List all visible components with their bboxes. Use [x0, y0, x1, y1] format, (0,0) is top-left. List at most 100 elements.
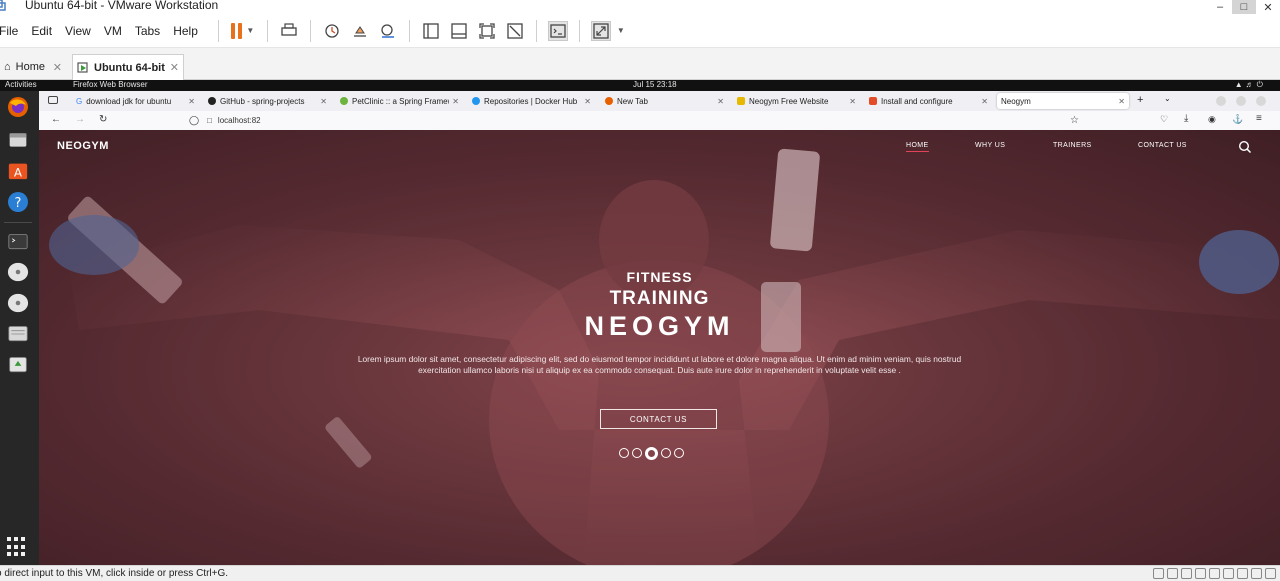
- revert-snapshot-button[interactable]: [350, 21, 370, 41]
- pocket-icon[interactable]: ♡: [1160, 114, 1168, 125]
- carousel-dot[interactable]: [661, 448, 671, 458]
- menu-vm[interactable]: VM: [104, 24, 122, 38]
- contact-us-button[interactable]: CONTACT US: [600, 409, 717, 429]
- clock-icon: [325, 23, 339, 38]
- dock-software[interactable]: A: [4, 158, 32, 182]
- maximize-button[interactable]: □: [1232, 0, 1256, 14]
- guest-screen[interactable]: Activities Firefox Web Browser Jul 15 23…: [0, 80, 1280, 565]
- extensions-icon[interactable]: ⚓: [1232, 114, 1243, 125]
- tab-overview-icon[interactable]: [48, 96, 58, 104]
- new-tab-icon[interactable]: +: [1137, 94, 1143, 106]
- back-icon[interactable]: ←: [51, 114, 61, 125]
- send-ctrl-alt-del-button[interactable]: [279, 21, 299, 41]
- toolbar-divider: [408, 19, 410, 42]
- pause-vm-button[interactable]: ▼: [230, 21, 256, 41]
- nav-trainers[interactable]: TRAINERS: [1053, 142, 1092, 149]
- dock-firefox[interactable]: [4, 95, 32, 119]
- browser-tab[interactable]: Neogym Free Website ✕: [733, 93, 860, 109]
- close-tab-icon[interactable]: ✕: [981, 97, 988, 106]
- search-icon[interactable]: [1238, 140, 1252, 154]
- menu-edit[interactable]: Edit: [31, 24, 52, 38]
- carousel-dot-active[interactable]: [645, 446, 658, 460]
- browser-tab[interactable]: Repositories | Docker Hub ✕: [468, 93, 595, 109]
- dock-divider: [4, 222, 32, 223]
- terminal-icon: [8, 234, 28, 250]
- browser-tab[interactable]: Install and configure ✕: [865, 93, 992, 109]
- maximize-icon[interactable]: [1236, 96, 1246, 106]
- reload-icon[interactable]: ↻: [99, 114, 107, 125]
- sound-icon[interactable]: [1237, 568, 1248, 579]
- dock-disc-1[interactable]: [4, 260, 32, 284]
- menu-icon[interactable]: ≡: [1256, 113, 1262, 124]
- carousel-dot[interactable]: [632, 448, 642, 458]
- close-tab-icon[interactable]: ✕: [1118, 97, 1125, 106]
- network-icon[interactable]: [1153, 568, 1164, 579]
- display-icon[interactable]: [1251, 568, 1262, 579]
- unity-mode-button[interactable]: [505, 21, 525, 41]
- tab-list-icon[interactable]: ⌄: [1164, 94, 1171, 103]
- vm-tab-home[interactable]: ⌂ Home ✕: [0, 54, 66, 80]
- browser-tab[interactable]: PetClinic :: a Spring Framework ✕: [336, 93, 463, 109]
- browser-tab[interactable]: G download jdk for ubuntu ✕: [72, 93, 199, 109]
- menu-tabs[interactable]: Tabs: [135, 24, 160, 38]
- full-screen-button[interactable]: [477, 21, 497, 41]
- hero-kicker: FITNESS: [626, 269, 693, 285]
- menu-help[interactable]: Help: [173, 24, 198, 38]
- console-view-button[interactable]: [547, 20, 568, 41]
- close-tab-icon[interactable]: ✕: [452, 97, 459, 106]
- show-apps-icon[interactable]: [7, 537, 27, 557]
- network-adapter-icon[interactable]: [1209, 568, 1220, 579]
- app-menu[interactable]: Firefox Web Browser: [73, 80, 148, 89]
- minimize-button[interactable]: –: [1208, 0, 1232, 14]
- activities-button[interactable]: Activities: [5, 80, 37, 89]
- menu-file[interactable]: File: [0, 24, 18, 38]
- browser-tab[interactable]: GitHub - spring-projects ✕: [204, 93, 331, 109]
- clock[interactable]: Jul 15 23:18: [633, 80, 677, 89]
- hard-disk-icon[interactable]: [1195, 568, 1206, 579]
- dock-terminal[interactable]: [4, 230, 32, 254]
- downloads-icon[interactable]: ⤓: [1184, 113, 1188, 124]
- terminal-icon: [550, 23, 566, 38]
- usb-icon[interactable]: [1223, 568, 1234, 579]
- system-tray-icons[interactable]: ▲♬⏻: [1235, 80, 1266, 90]
- menu-view[interactable]: View: [65, 24, 91, 38]
- vm-tab-ubuntu[interactable]: Ubuntu 64-bit ✕: [72, 54, 184, 80]
- url-bar[interactable]: ◯ □ localhost:82 ☆: [189, 113, 1079, 128]
- close-tab-icon[interactable]: ✕: [320, 97, 327, 106]
- close-tab-icon[interactable]: ✕: [53, 61, 62, 74]
- thumbnail-bar-button[interactable]: [449, 21, 469, 41]
- close-tab-icon[interactable]: ✕: [849, 97, 856, 106]
- close-window-icon[interactable]: [1256, 96, 1266, 106]
- disc-icon[interactable]: [1181, 568, 1192, 579]
- fit-window-icon[interactable]: [1265, 568, 1276, 579]
- show-library-button[interactable]: [421, 21, 441, 41]
- dock-files[interactable]: [4, 128, 32, 152]
- close-window-button[interactable]: ✕: [1256, 0, 1280, 14]
- dock-drive[interactable]: [4, 322, 32, 346]
- dock-disc-2[interactable]: [4, 291, 32, 315]
- dock-help[interactable]: ?: [4, 190, 32, 214]
- close-tab-icon[interactable]: ✕: [170, 61, 179, 74]
- nav-why-us[interactable]: WHY US: [975, 142, 1005, 149]
- account-icon[interactable]: ◉: [1208, 114, 1216, 125]
- nav-contact-us[interactable]: CONTACT US: [1138, 142, 1187, 149]
- stretch-guest-button[interactable]: [590, 20, 611, 41]
- shield-icon: ◯: [189, 115, 200, 125]
- close-tab-icon[interactable]: ✕: [188, 97, 195, 106]
- close-tab-icon[interactable]: ✕: [717, 97, 724, 106]
- bookmark-star-icon[interactable]: ☆: [1070, 115, 1079, 126]
- snapshot-button[interactable]: [322, 21, 342, 41]
- browser-tab[interactable]: New Tab ✕: [601, 93, 728, 109]
- snapshot-manager-button[interactable]: [378, 21, 398, 41]
- close-tab-icon[interactable]: ✕: [584, 97, 591, 106]
- carousel-dot[interactable]: [674, 448, 684, 458]
- nav-home[interactable]: HOME: [906, 142, 929, 152]
- carousel-dot[interactable]: [619, 448, 629, 458]
- forward-icon[interactable]: →: [75, 114, 85, 125]
- disc-icon[interactable]: [1167, 568, 1178, 579]
- browser-tab-active[interactable]: Neogym ✕: [997, 93, 1129, 109]
- chevron-down-icon[interactable]: ▼: [617, 26, 625, 35]
- minimize-icon[interactable]: [1216, 96, 1226, 106]
- dock-trash[interactable]: [4, 353, 32, 377]
- site-logo[interactable]: NEOGYM: [57, 140, 109, 152]
